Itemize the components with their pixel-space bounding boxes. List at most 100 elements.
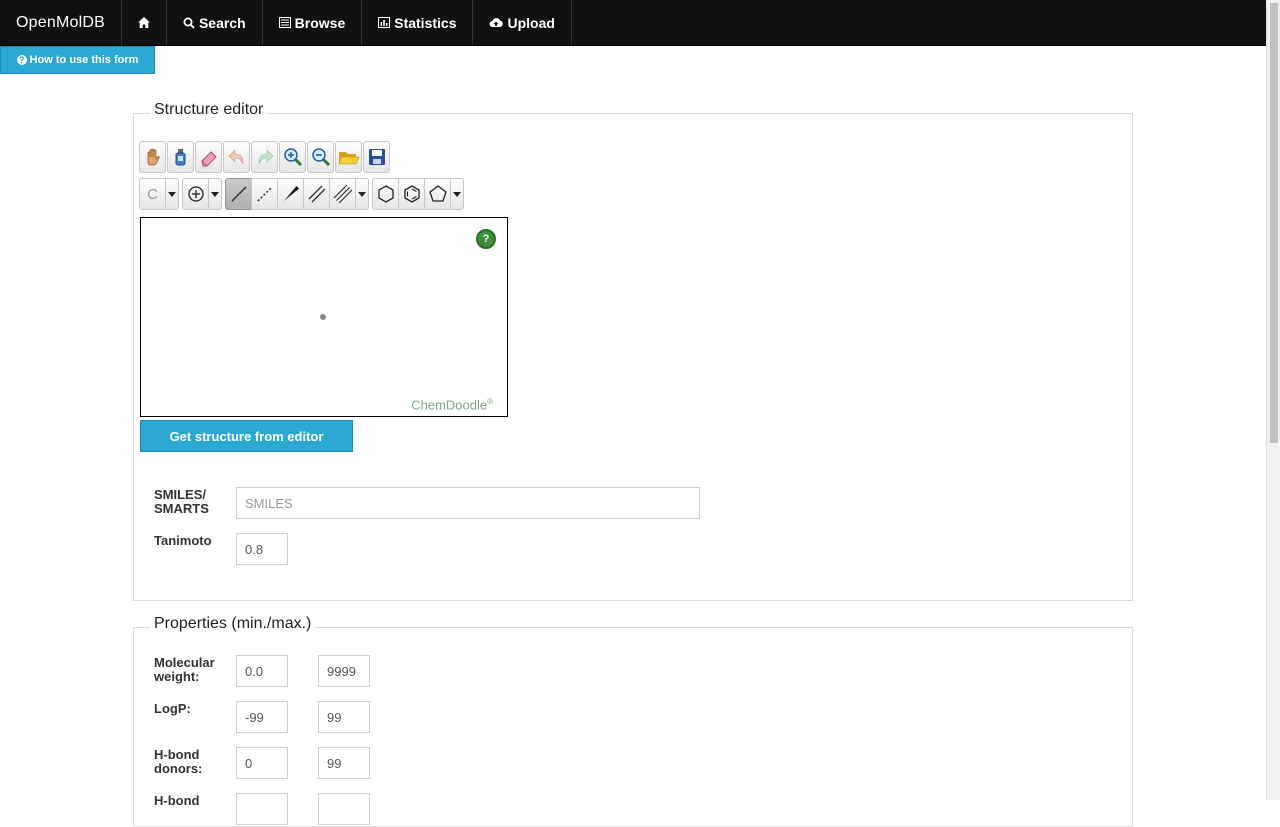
- molecular-weight-min-input[interactable]: 0.0: [236, 655, 288, 687]
- floppy-disk-icon: [368, 149, 385, 165]
- element-label: C: [147, 185, 158, 203]
- charge-plus-button[interactable]: [182, 178, 209, 210]
- search-icon: [183, 17, 195, 29]
- page-scrollbar[interactable]: [1266, 0, 1280, 800]
- how-to-use-label: How to use this form: [29, 54, 139, 66]
- structure-editor-fieldset: Structure editor C ? ChemDoodle® Get str…: [133, 101, 1133, 601]
- hbond-acceptors-min-input[interactable]: [236, 793, 288, 825]
- eraser-icon: [200, 151, 217, 167]
- pentagon-ring-icon: [428, 185, 447, 202]
- clear-button[interactable]: [167, 141, 194, 173]
- charge-selector: [182, 178, 222, 210]
- nav-search-label: Search: [198, 14, 246, 31]
- list-icon: [278, 17, 291, 28]
- charge-dropdown-button[interactable]: [208, 178, 222, 210]
- molecular-weight-max-input[interactable]: 9999: [318, 655, 370, 687]
- charge-plus-icon: [187, 186, 204, 202]
- cyclopentane-ring-button[interactable]: [424, 178, 451, 210]
- chemdoodle-watermark: ChemDoodle®: [411, 397, 493, 412]
- hand-icon: [147, 148, 160, 166]
- element-carbon-button[interactable]: C: [139, 178, 166, 210]
- smiles-input[interactable]: SMILES: [236, 487, 700, 519]
- structure-editor-legend: Structure editor: [150, 101, 268, 119]
- logp-min-input[interactable]: -99: [236, 701, 288, 733]
- triple-bond-button[interactable]: [329, 178, 356, 210]
- undo-button[interactable]: [223, 141, 250, 173]
- nav-statistics[interactable]: Statistics: [362, 0, 474, 45]
- dashed-bond-button[interactable]: [251, 178, 278, 210]
- tanimoto-label: Tanimoto: [154, 533, 212, 548]
- wedge-bond-icon: [283, 186, 299, 201]
- cloud-upload-icon: [489, 17, 504, 28]
- nav-upload[interactable]: Upload: [473, 0, 572, 45]
- undo-icon: [228, 149, 243, 165]
- caret-down-icon: [358, 191, 366, 197]
- pan-hand-button[interactable]: [139, 141, 166, 173]
- hexagon-ring-icon: [377, 185, 394, 203]
- caret-down-icon: [168, 191, 176, 197]
- redo-icon: [258, 149, 273, 165]
- single-bond-button[interactable]: [225, 178, 252, 210]
- nav-browse-label: Browse: [294, 14, 346, 31]
- spray-bottle-icon: [175, 149, 185, 166]
- editor-toolbar-bottom: C: [139, 178, 467, 210]
- properties-fieldset: Properties (min./max.) Molecular weight:…: [133, 615, 1133, 827]
- nav-search[interactable]: Search: [167, 0, 263, 45]
- canvas-atom-dot: [320, 314, 326, 320]
- bond-dropdown-button[interactable]: [355, 178, 369, 210]
- hbond-donors-label: H-bond donors:: [154, 747, 203, 776]
- brand-logo[interactable]: OpenMolDB: [0, 0, 122, 45]
- editor-toolbar-top: [139, 141, 390, 173]
- tanimoto-input[interactable]: 0.8: [236, 533, 288, 565]
- scrollbar-thumb[interactable]: [1270, 3, 1278, 443]
- open-file-button[interactable]: [335, 141, 362, 173]
- chemdoodle-sketcher-canvas[interactable]: ? ChemDoodle®: [140, 217, 508, 417]
- ring-selector: [372, 178, 464, 210]
- molecular-weight-label: Molecular weight:: [154, 655, 215, 684]
- redo-button[interactable]: [251, 141, 278, 173]
- caret-down-icon: [453, 191, 461, 197]
- get-structure-button[interactable]: Get structure from editor: [140, 420, 353, 452]
- logp-label: LogP:: [154, 701, 191, 716]
- triple-bond-icon: [333, 184, 352, 204]
- ring-dropdown-button[interactable]: [450, 178, 464, 210]
- dashed-bond-icon: [256, 186, 273, 202]
- canvas-help-icon[interactable]: ?: [476, 229, 496, 249]
- question-circle-icon: ?: [16, 55, 27, 65]
- save-button[interactable]: [363, 141, 390, 173]
- benzene-ring-icon: [403, 185, 420, 203]
- wedge-bond-button[interactable]: [277, 178, 304, 210]
- bar-chart-icon: [378, 17, 391, 28]
- benzene-ring-button[interactable]: [398, 178, 425, 210]
- chemdoodle-watermark-reg: ®: [487, 396, 493, 406]
- zoom-out-icon: [311, 148, 330, 167]
- top-navbar: OpenMolDB Search Browse Statistics Uploa…: [0, 0, 1266, 46]
- double-bond-button[interactable]: [303, 178, 330, 210]
- hbond-acceptors-max-input[interactable]: [318, 793, 370, 825]
- nav-upload-label: Upload: [507, 14, 555, 31]
- nav-browse[interactable]: Browse: [263, 0, 363, 45]
- nav-home[interactable]: [122, 0, 167, 45]
- logp-max-input[interactable]: 99: [318, 701, 370, 733]
- bond-selector: [225, 178, 369, 210]
- how-to-use-button[interactable]: ? How to use this form: [0, 46, 155, 74]
- eraser-button[interactable]: [195, 141, 222, 173]
- properties-legend: Properties (min./max.): [150, 615, 316, 633]
- double-bond-icon: [308, 185, 325, 203]
- element-dropdown-button[interactable]: [165, 178, 179, 210]
- folder-open-icon: [338, 152, 359, 165]
- smiles-label: SMILES/ SMARTS: [154, 487, 209, 516]
- home-icon: [137, 17, 150, 28]
- nav-statistics-label: Statistics: [394, 14, 457, 31]
- caret-down-icon: [211, 191, 219, 197]
- hbond-acceptors-label: H-bond: [154, 793, 200, 808]
- zoom-out-button[interactable]: [307, 141, 334, 173]
- zoom-in-button[interactable]: [279, 141, 306, 173]
- element-selector: C: [139, 178, 179, 210]
- zoom-in-icon: [283, 148, 302, 167]
- cyclohexane-ring-button[interactable]: [372, 178, 399, 210]
- canvas-help-symbol: ?: [482, 233, 490, 245]
- single-bond-icon: [230, 186, 247, 202]
- hbond-donors-max-input[interactable]: 99: [318, 747, 370, 779]
- hbond-donors-min-input[interactable]: 0: [236, 747, 288, 779]
